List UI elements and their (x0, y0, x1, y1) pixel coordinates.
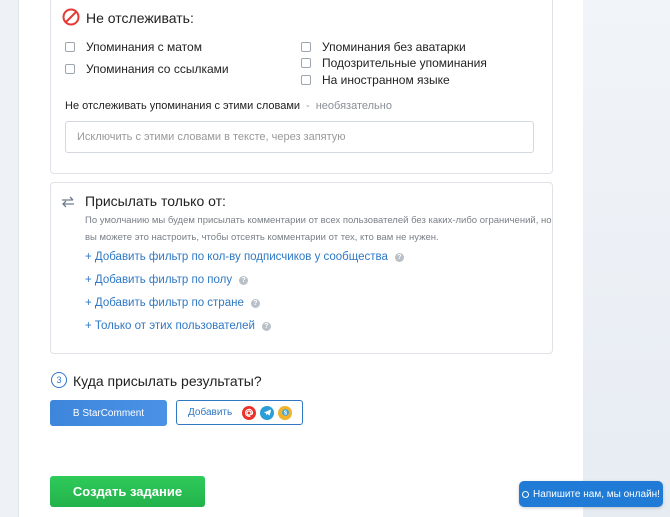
checkbox[interactable] (301, 42, 311, 52)
starcomment-button[interactable]: В StarComment (50, 400, 167, 426)
add-destination-button[interactable]: Добавить (176, 400, 303, 425)
option-label: Упоминания без аватарки (322, 40, 466, 54)
create-task-button[interactable]: Создать задание (50, 476, 205, 507)
help-icon[interactable]: ? (250, 298, 260, 308)
checkbox[interactable] (65, 64, 75, 74)
option-label: Упоминания с матом (86, 40, 202, 54)
telegram-icon (260, 405, 275, 420)
chat-widget-button[interactable]: Напишите нам, мы онлайн! (519, 481, 663, 507)
dont-track-title: Не отслеживать: (86, 10, 194, 26)
checkbox[interactable] (301, 58, 311, 68)
chat-icon (522, 490, 530, 498)
step-number: 3 (51, 372, 67, 388)
option-label: Упоминания со ссылками (86, 62, 229, 76)
filter-users-link[interactable]: + Только от этих пользователей? (85, 320, 271, 332)
send-from-description: По умолчанию мы будем присылать коммента… (85, 215, 552, 243)
send-from-title: Присылать только от: (85, 193, 226, 209)
option-foreign[interactable]: На иностранном языке (301, 73, 450, 87)
optional-note: необязательно (315, 100, 392, 112)
option-label: На иностранном языке (322, 73, 450, 87)
filter-gender-link[interactable]: + Добавить фильтр по полу? (85, 274, 249, 286)
option-links[interactable]: Упоминания со ссылками (65, 62, 229, 76)
option-suspicious[interactable]: Подозрительные упоминания (301, 56, 487, 70)
help-icon[interactable]: ? (261, 321, 271, 331)
checkbox[interactable] (65, 42, 75, 52)
exclude-words-label: Не отслеживать упоминания с этими словам… (65, 100, 392, 112)
option-label: Подозрительные упоминания (322, 56, 487, 70)
main-panel: Не отслеживать: Упоминания с матом Упоми… (18, 0, 583, 517)
ban-icon (62, 8, 80, 26)
help-icon[interactable]: ? (239, 275, 249, 285)
skype-icon (278, 405, 293, 420)
right-panel (582, 0, 670, 517)
option-no-avatar[interactable]: Упоминания без аватарки (301, 40, 466, 54)
checkbox[interactable] (301, 75, 311, 85)
help-icon[interactable]: ? (394, 252, 404, 262)
filter-subscribers-link[interactable]: + Добавить фильтр по кол-ву подписчиков … (85, 251, 404, 263)
filter-country-link[interactable]: + Добавить фильтр по стране? (85, 297, 260, 309)
results-title: Куда присылать результаты? (73, 373, 262, 389)
option-profanity[interactable]: Упоминания с матом (65, 40, 202, 54)
exclude-words-input[interactable] (65, 121, 534, 153)
mail-icon (242, 405, 257, 420)
swap-arrows-icon (62, 196, 74, 208)
